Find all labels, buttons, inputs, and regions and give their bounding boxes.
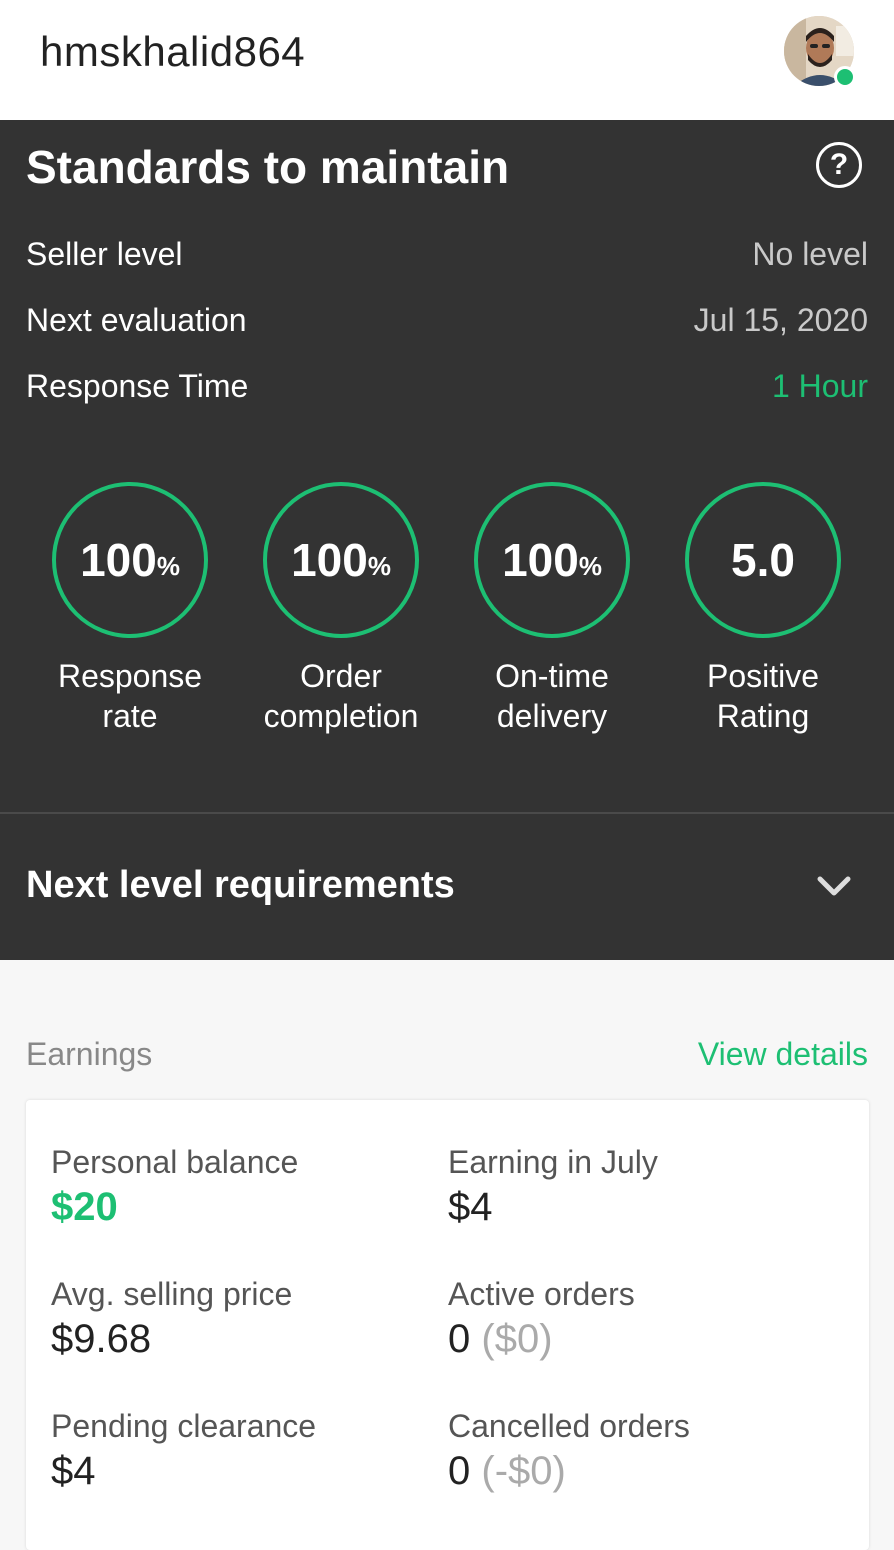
stat-value: $20 — [51, 1185, 118, 1229]
earnings-title: Earnings — [26, 1036, 153, 1072]
stat-label: Avg. selling price — [51, 1276, 293, 1312]
metric-label-line: Rating — [716, 698, 810, 734]
metric-label-line: completion — [263, 698, 419, 734]
metric-ring: 100% — [52, 482, 208, 638]
metric-value: 100 — [502, 534, 579, 586]
metric-value: 5.0 — [731, 534, 795, 586]
stat-sub-value: (-$0) — [481, 1449, 566, 1493]
metric-unit: % — [578, 550, 602, 581]
metric-label-line: Order — [300, 658, 382, 694]
stat-value: $4 — [448, 1185, 493, 1229]
metric-label-line: On-time — [495, 658, 609, 694]
stat-label: Pending clearance — [51, 1408, 317, 1444]
metric-order-completion: 100% Order completion — [236, 482, 446, 736]
chevron-down-icon[interactable] — [816, 868, 852, 904]
seller-level-value: No level — [752, 236, 868, 272]
metric-label: On-time delivery — [447, 656, 657, 736]
metric-label: Order completion — [236, 656, 446, 736]
stat-label: Personal balance — [51, 1144, 299, 1180]
metric-label-line: delivery — [496, 698, 608, 734]
stat-label: Active orders — [448, 1276, 635, 1312]
earnings-card: Personal balance $20 Earning in July $4 … — [26, 1100, 869, 1550]
stat-active-orders: Active orders 0 ($0) — [448, 1276, 635, 1362]
stat-value-row: 0 (-$0) — [448, 1449, 690, 1494]
metric-value: 100 — [291, 534, 368, 586]
metric-label-line: Positive — [706, 658, 820, 694]
next-level-requirements-toggle[interactable]: Next level requirements — [26, 864, 455, 907]
standards-title: Standards to maintain — [26, 141, 510, 193]
metric-unit: % — [367, 550, 391, 581]
standards-panel: Standards to maintain ? Seller level No … — [0, 120, 894, 960]
stat-avg-selling-price: Avg. selling price $9.68 — [51, 1276, 292, 1362]
section-divider — [0, 812, 894, 814]
stat-label: Earning in July — [448, 1144, 658, 1180]
metric-label-line: Response — [57, 658, 203, 694]
stat-value: 0 — [448, 1449, 471, 1493]
metric-label: Response rate — [25, 656, 235, 736]
help-icon[interactable]: ? — [816, 142, 862, 188]
next-evaluation-value: Jul 15, 2020 — [693, 302, 868, 338]
metric-label: Positive Rating — [658, 656, 868, 736]
stat-value: 0 — [448, 1317, 471, 1361]
view-details-link[interactable]: View details — [698, 1036, 868, 1073]
stat-sub-value: ($0) — [481, 1317, 553, 1361]
username: hmskhalid864 — [40, 28, 306, 75]
stat-value: $9.68 — [51, 1317, 152, 1361]
metric-label-line: rate — [102, 698, 158, 734]
metric-ring: 100% — [474, 482, 630, 638]
metric-value: 100 — [80, 534, 157, 586]
metric-unit: % — [156, 550, 180, 581]
stat-cancelled-orders: Cancelled orders 0 (-$0) — [448, 1408, 690, 1494]
response-time-value: 1 Hour — [771, 368, 868, 404]
stat-pending-clearance: Pending clearance $4 — [51, 1408, 316, 1494]
stat-personal-balance: Personal balance $20 — [51, 1144, 298, 1230]
top-bar: hmskhalid864 — [0, 0, 894, 120]
metric-on-time-delivery: 100% On-time delivery — [447, 482, 657, 736]
online-status-icon — [834, 66, 856, 88]
response-time-label: Response Time — [26, 368, 249, 404]
stat-value: $4 — [51, 1449, 96, 1493]
stat-earning-in-july: Earning in July $4 — [448, 1144, 658, 1230]
seller-level-label: Seller level — [26, 236, 183, 272]
metric-response-rate: 100% Response rate — [25, 482, 235, 736]
metric-ring: 100% — [263, 482, 419, 638]
metric-ring: 5.0 — [685, 482, 841, 638]
stat-value-row: 0 ($0) — [448, 1317, 635, 1362]
stat-label: Cancelled orders — [448, 1408, 690, 1444]
next-evaluation-label: Next evaluation — [26, 302, 247, 338]
metric-positive-rating: 5.0 Positive Rating — [658, 482, 868, 736]
